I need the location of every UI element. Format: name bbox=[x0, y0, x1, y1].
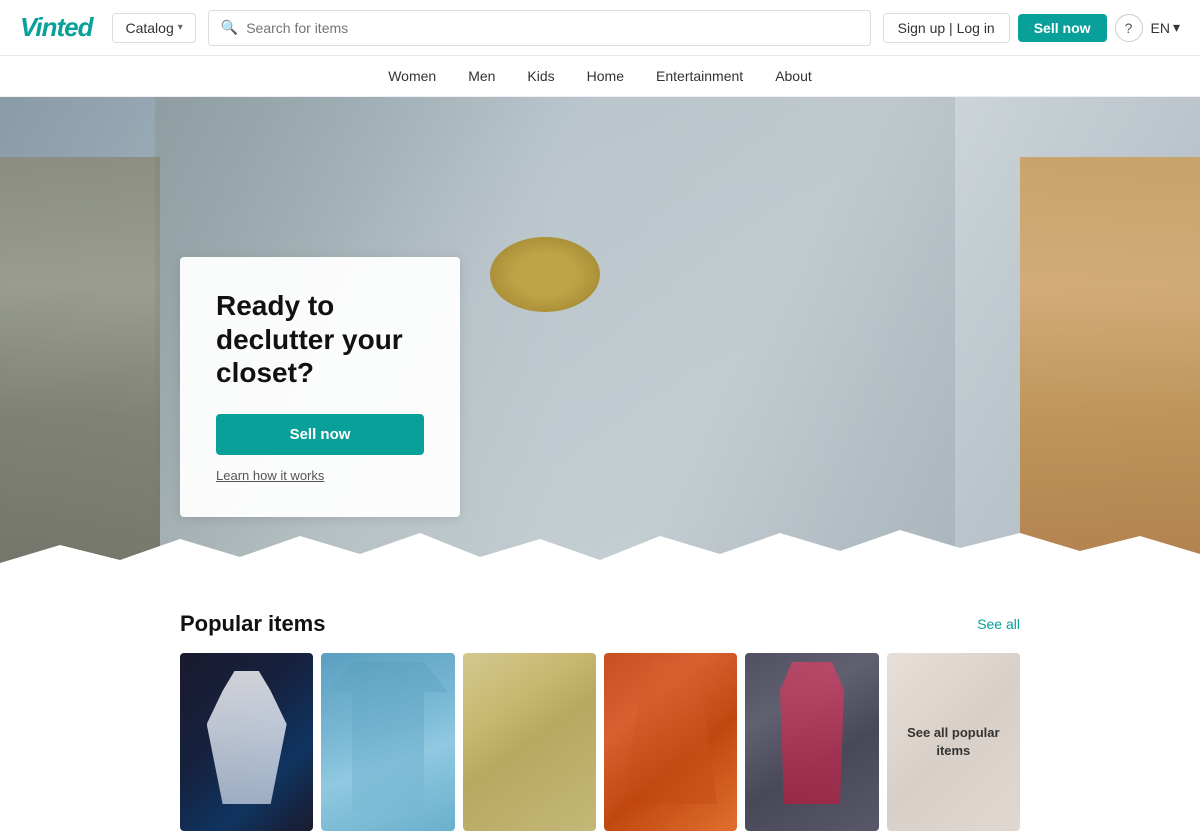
hero-sell-now-button[interactable]: Sell now bbox=[216, 414, 424, 455]
popular-title: Popular items bbox=[180, 611, 325, 637]
logo: Vinted bbox=[20, 12, 92, 43]
chevron-down-icon: ▾ bbox=[178, 22, 183, 33]
search-input[interactable] bbox=[246, 20, 857, 36]
sidebar-item-kids[interactable]: Kids bbox=[527, 68, 554, 84]
hero-learn-link[interactable]: Learn how it works bbox=[216, 468, 324, 483]
hero-card: Ready to declutter your closet? Sell now… bbox=[180, 257, 460, 517]
popular-item-2[interactable] bbox=[321, 653, 454, 831]
see-all-popular-card[interactable]: See all popular items bbox=[887, 653, 1020, 831]
search-icon: 🔍 bbox=[221, 19, 238, 36]
see-all-link[interactable]: See all bbox=[977, 616, 1020, 632]
popular-item-3[interactable] bbox=[463, 653, 596, 831]
hero-shelf-decoration bbox=[1020, 157, 1200, 587]
help-button[interactable]: ? bbox=[1115, 14, 1143, 42]
sidebar-item-home[interactable]: Home bbox=[587, 68, 624, 84]
header: Vinted Catalog ▾ 🔍 Sign up | Log in Sell… bbox=[0, 0, 1200, 56]
sell-now-header-button[interactable]: Sell now bbox=[1018, 14, 1107, 42]
header-actions: Sign up | Log in Sell now ? EN ▾ bbox=[883, 13, 1180, 43]
language-label: EN bbox=[1151, 20, 1170, 36]
sidebar-item-entertainment[interactable]: Entertainment bbox=[656, 68, 743, 84]
sidebar-item-about[interactable]: About bbox=[775, 68, 812, 84]
catalog-button[interactable]: Catalog ▾ bbox=[112, 13, 195, 43]
lang-chevron-icon: ▾ bbox=[1173, 19, 1180, 36]
sidebar-item-women[interactable]: Women bbox=[388, 68, 436, 84]
popular-header: Popular items See all bbox=[180, 611, 1020, 637]
popular-item-5[interactable] bbox=[745, 653, 878, 831]
popular-section: Popular items See all See all popular it… bbox=[0, 587, 1200, 831]
hero-heading: Ready to declutter your closet? bbox=[216, 289, 424, 390]
search-bar: 🔍 bbox=[208, 10, 871, 46]
hero-clothes-decoration bbox=[0, 157, 160, 587]
signup-login-button[interactable]: Sign up | Log in bbox=[883, 13, 1010, 43]
language-button[interactable]: EN ▾ bbox=[1151, 19, 1180, 36]
main-nav: Women Men Kids Home Entertainment About bbox=[0, 56, 1200, 97]
catalog-label: Catalog bbox=[125, 20, 173, 36]
popular-item-4[interactable] bbox=[604, 653, 737, 831]
hero-section: Ready to declutter your closet? Sell now… bbox=[0, 97, 1200, 587]
items-grid: See all popular items bbox=[180, 653, 1020, 831]
see-all-popular-label: See all popular items bbox=[887, 724, 1020, 760]
popular-item-1[interactable] bbox=[180, 653, 313, 831]
sidebar-item-men[interactable]: Men bbox=[468, 68, 495, 84]
